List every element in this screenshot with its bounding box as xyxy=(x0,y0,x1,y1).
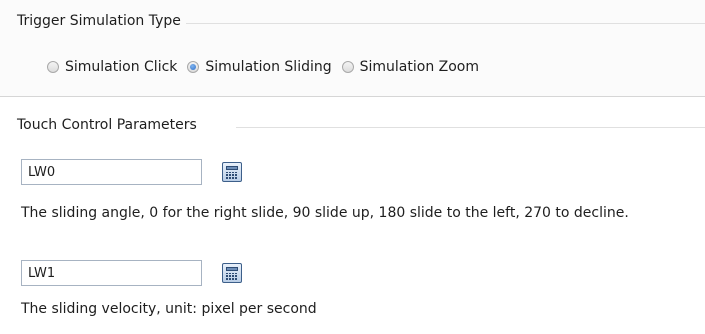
calculator-screen xyxy=(226,166,238,170)
radio-simulation-zoom[interactable]: Simulation Zoom xyxy=(341,59,479,75)
group-divider-line xyxy=(186,23,705,24)
simulation-type-radio-group: Simulation Click Simulation Sliding Simu… xyxy=(47,59,479,75)
radio-simulation-click[interactable]: Simulation Click xyxy=(47,59,177,75)
group-divider-line xyxy=(236,127,705,128)
calculator-keys xyxy=(226,273,238,280)
radio-button-icon[interactable] xyxy=(341,61,354,73)
radio-button-icon[interactable] xyxy=(47,61,59,73)
radio-button-selected-icon[interactable] xyxy=(187,61,200,73)
radio-simulation-sliding[interactable]: Simulation Sliding xyxy=(187,59,332,75)
touch-control-parameters-group: Touch Control Parameters The sliding ang… xyxy=(0,97,705,334)
sliding-velocity-address-input[interactable] xyxy=(21,260,202,286)
radio-label-simulation-click[interactable]: Simulation Click xyxy=(65,59,177,75)
sliding-velocity-field-row xyxy=(21,260,242,286)
calculator-screen xyxy=(226,267,238,271)
sliding-angle-description: The sliding angle, 0 for the right slide… xyxy=(21,205,629,221)
radio-label-simulation-zoom[interactable]: Simulation Zoom xyxy=(360,59,479,75)
trigger-simulation-type-group: Trigger Simulation Type Simulation Click… xyxy=(0,0,705,97)
touch-control-parameters-title: Touch Control Parameters xyxy=(17,117,197,133)
sliding-angle-field-row xyxy=(21,159,242,185)
sliding-velocity-description: The sliding velocity, unit: pixel per se… xyxy=(21,301,317,317)
sliding-angle-address-input[interactable] xyxy=(21,159,202,185)
calculator-icon[interactable] xyxy=(222,263,242,283)
radio-label-simulation-sliding[interactable]: Simulation Sliding xyxy=(205,59,331,75)
calculator-icon[interactable] xyxy=(222,162,242,182)
trigger-simulation-type-title: Trigger Simulation Type xyxy=(17,13,181,29)
calculator-keys xyxy=(226,172,238,179)
